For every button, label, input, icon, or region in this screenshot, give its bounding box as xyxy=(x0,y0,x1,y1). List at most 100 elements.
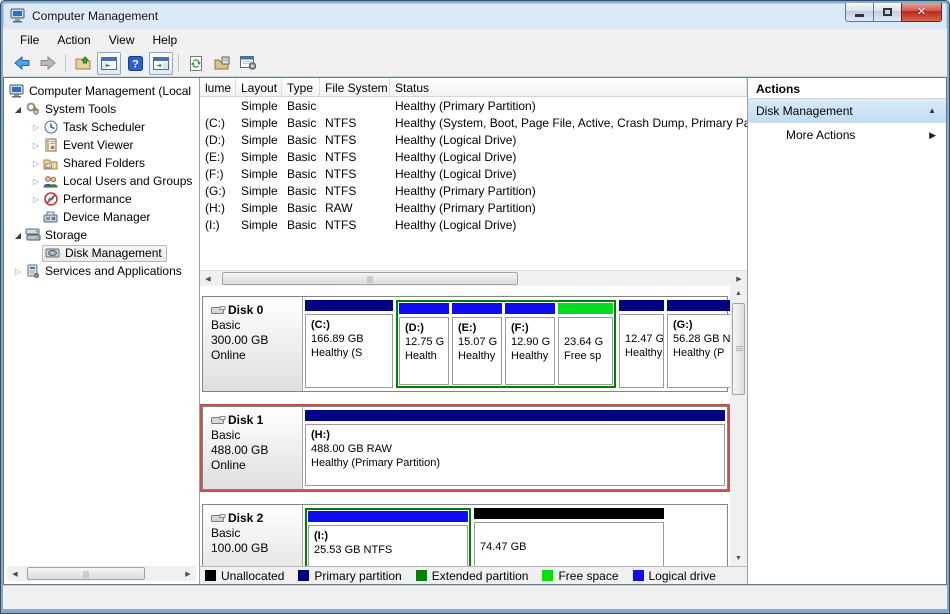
properties-button[interactable] xyxy=(210,52,234,75)
partition-e[interactable]: (E:) 15.07 G Healthy xyxy=(452,303,502,385)
cell-type: Basic xyxy=(282,148,320,165)
scroll-left-arrow-icon[interactable]: ◀ xyxy=(200,271,216,286)
close-button[interactable]: ✕ xyxy=(901,3,942,22)
partition-d[interactable]: (D:) 12.75 G Health xyxy=(399,303,449,385)
free-space-partition[interactable]: 23.64 G Free sp xyxy=(558,303,613,385)
collapsed-arrow-icon[interactable]: ▷ xyxy=(30,159,42,168)
expanded-arrow-icon[interactable]: ◢ xyxy=(12,231,24,240)
volume-row[interactable]: (E:) Simple Basic NTFS Healthy (Logical … xyxy=(200,148,747,165)
volume-row[interactable]: Simple Basic Healthy (Primary Partition) xyxy=(200,97,747,114)
partition-f[interactable]: (F:) 12.90 G Healthy xyxy=(505,303,555,385)
cell-volume: (C:) xyxy=(200,114,236,131)
graphical-vertical-scrollbar[interactable]: ▲ ▼ xyxy=(730,286,747,566)
volume-list-header: lume Layout Type File System Status xyxy=(200,78,747,97)
collapse-arrow-icon[interactable]: ▲ xyxy=(928,106,936,115)
collapsed-arrow-icon[interactable]: ▷ xyxy=(30,141,42,150)
minimize-button[interactable] xyxy=(845,3,874,22)
tree-item-services-and-applications[interactable]: ▷ Services and Applications xyxy=(4,262,199,280)
scroll-right-arrow-icon[interactable]: ▶ xyxy=(731,271,747,286)
actions-group-disk-management[interactable]: Disk Management ▲ xyxy=(748,99,946,123)
submenu-arrow-icon: ▶ xyxy=(929,130,936,141)
back-icon xyxy=(13,56,31,70)
column-volume[interactable]: lume xyxy=(200,78,236,96)
column-layout[interactable]: Layout xyxy=(236,78,282,96)
menu-view[interactable]: View xyxy=(100,30,144,50)
collapsed-arrow-icon[interactable]: ▷ xyxy=(30,123,42,132)
scroll-right-arrow-icon[interactable]: ▶ xyxy=(180,566,196,581)
volume-row[interactable]: (F:) Simple Basic NTFS Healthy (Logical … xyxy=(200,165,747,182)
more-actions-item[interactable]: More Actions ▶ xyxy=(748,123,946,147)
up-one-level-button[interactable] xyxy=(71,52,95,75)
scrollbar-thumb[interactable] xyxy=(732,303,745,395)
tree-item-local-users-and-groups[interactable]: ▷ Local Users and Groups xyxy=(4,172,199,190)
disk-name: Disk 0 xyxy=(228,303,263,318)
volume-row[interactable]: (C:) Simple Basic NTFS Healthy (System, … xyxy=(200,114,747,131)
menu-help[interactable]: Help xyxy=(144,30,187,50)
partition-h[interactable]: (H:) 488.00 GB RAW Healthy (Primary Part… xyxy=(305,410,725,486)
cell-volume: (I:) xyxy=(200,216,236,233)
tree-item-performance[interactable]: ▷ Performance xyxy=(4,190,199,208)
unallocated-partition[interactable]: 74.47 GB xyxy=(474,508,664,566)
cell-fs: NTFS xyxy=(320,148,390,165)
show-hide-console-tree-button[interactable] xyxy=(97,52,121,75)
tree-item-system-tools[interactable]: ◢ System Tools xyxy=(4,100,199,118)
disk-2-row: Disk 2 Basic 100.00 GB (I: xyxy=(202,504,728,566)
collapsed-arrow-icon[interactable]: ▷ xyxy=(30,177,42,186)
menu-action[interactable]: Action xyxy=(48,30,99,50)
tree-item-event-viewer[interactable]: ▷ Event Viewer xyxy=(4,136,199,154)
manage-settings-button[interactable] xyxy=(236,52,260,75)
properties-icon xyxy=(214,56,230,70)
scrollbar-thumb[interactable] xyxy=(222,272,518,285)
tree-horizontal-scrollbar[interactable]: ◀ ▶ xyxy=(7,566,196,581)
tree-item-shared-folders[interactable]: ▷ 22 Shared Folders xyxy=(4,154,199,172)
log-book-icon xyxy=(42,138,59,153)
scroll-left-arrow-icon[interactable]: ◀ xyxy=(7,566,23,581)
tree-item-device-manager[interactable]: Device Manager xyxy=(4,208,199,226)
column-type[interactable]: Type xyxy=(282,78,320,96)
disk-management-icon xyxy=(44,246,61,261)
window-gear-icon xyxy=(240,56,257,70)
minimize-icon xyxy=(855,14,864,17)
volume-list-horizontal-scrollbar[interactable]: ◀ ▶ xyxy=(200,270,747,286)
collapsed-arrow-icon[interactable]: ▷ xyxy=(12,267,24,276)
forward-button[interactable] xyxy=(36,52,60,75)
column-file-system[interactable]: File System xyxy=(320,78,390,96)
legend-free-space: Free space xyxy=(542,569,618,583)
scroll-down-arrow-icon[interactable]: ▼ xyxy=(731,551,746,566)
column-status[interactable]: Status xyxy=(390,78,747,96)
tree-item-task-scheduler[interactable]: ▷ Task Scheduler xyxy=(4,118,199,136)
volume-row[interactable]: (G:) Simple Basic NTFS Healthy (Primary … xyxy=(200,182,747,199)
collapsed-arrow-icon[interactable]: ▷ xyxy=(30,195,42,204)
partition-c[interactable]: (C:) 166.89 GB Healthy (S xyxy=(305,300,393,388)
volume-row[interactable]: (D:) Simple Basic NTFS Healthy (Logical … xyxy=(200,131,747,148)
console-tree-icon xyxy=(101,57,117,70)
show-hide-action-pane-button[interactable] xyxy=(149,52,173,75)
tree-item-storage[interactable]: ◢ Storage xyxy=(4,226,199,244)
expanded-arrow-icon[interactable]: ◢ xyxy=(12,105,24,114)
tree-item-disk-management[interactable]: Disk Management xyxy=(4,244,199,262)
cell-fs: RAW xyxy=(320,199,390,216)
disk-1-label[interactable]: Disk 1 Basic 488.00 GB Online xyxy=(203,407,303,489)
tree-item-label: Computer Management (Local xyxy=(29,84,191,98)
partition-i[interactable]: (I:) 25.53 GB NTFS xyxy=(308,511,468,566)
graphical-view: Disk 0 Basic 300.00 GB Online (C:) xyxy=(200,286,747,566)
refresh-button[interactable] xyxy=(184,52,208,75)
disk-kind: Basic xyxy=(211,526,302,541)
tree-item-computer-management[interactable]: Computer Management (Local xyxy=(4,82,199,100)
scrollbar-thumb[interactable] xyxy=(27,567,145,580)
maximize-button[interactable] xyxy=(873,3,902,22)
volume-row[interactable]: (I:) Simple Basic NTFS Healthy (Logical … xyxy=(200,216,747,233)
legend-swatch xyxy=(633,570,644,581)
menu-file[interactable]: File xyxy=(11,30,48,50)
partition-g[interactable]: (G:) 56.28 GB N Healthy (P xyxy=(667,300,730,388)
cell-type: Basic xyxy=(282,131,320,148)
cell-status: Healthy (Logical Drive) xyxy=(390,131,747,148)
partition-unlabeled[interactable]: 12.47 G Healthy xyxy=(619,300,664,388)
scroll-up-arrow-icon[interactable]: ▲ xyxy=(731,286,746,301)
disk-0-label[interactable]: Disk 0 Basic 300.00 GB Online xyxy=(203,297,303,391)
tree-item-label: Services and Applications xyxy=(45,264,182,278)
volume-row[interactable]: (H:) Simple Basic RAW Healthy (Primary P… xyxy=(200,199,747,216)
help-button[interactable]: ? xyxy=(123,52,147,75)
back-button[interactable] xyxy=(10,52,34,75)
disk-2-label[interactable]: Disk 2 Basic 100.00 GB xyxy=(203,505,303,566)
